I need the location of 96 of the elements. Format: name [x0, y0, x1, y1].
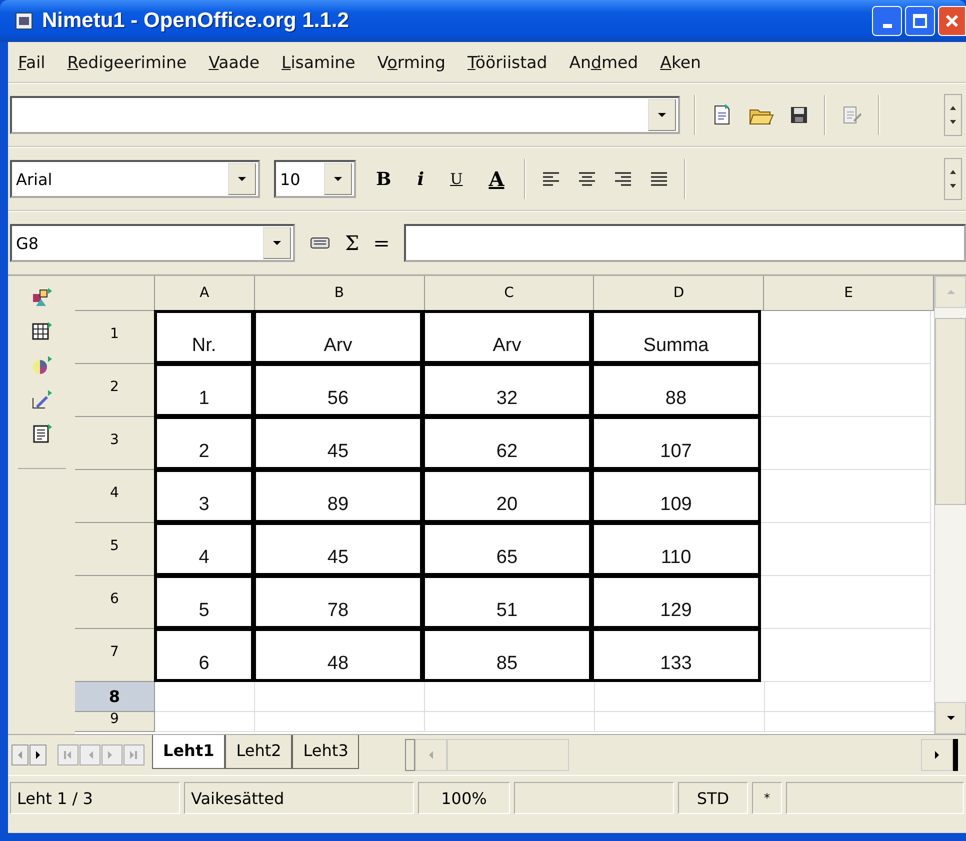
maximize-icon [912, 13, 928, 29]
pen-icon[interactable] [30, 388, 52, 410]
table-cell: Summa [591, 310, 761, 364]
sheet-tab[interactable]: Leht2 [225, 735, 292, 769]
table-cell: 1 [154, 363, 254, 417]
sum-button[interactable]: Σ [345, 231, 360, 255]
caret-icon [333, 176, 343, 182]
row-header[interactable]: 9 [75, 712, 155, 732]
status-sheet: Leht 1 / 3 [10, 782, 180, 814]
caret-icon [657, 112, 667, 118]
menu-item[interactable]: Andmed [569, 52, 638, 72]
row-header[interactable]: 7 [75, 629, 155, 682]
function-wizard-icon[interactable] [309, 235, 331, 251]
pie-chart-icon[interactable] [30, 354, 52, 376]
table-cell: 107 [591, 416, 761, 470]
table-cell: 3 [154, 469, 254, 523]
sheet-tab[interactable]: Leht3 [292, 735, 360, 769]
font-size-field[interactable]: 10 [274, 160, 356, 198]
url-field[interactable] [10, 96, 680, 134]
table-cell: Arv [253, 310, 423, 364]
table-cell: Nr. [154, 310, 254, 364]
close-button[interactable] [938, 6, 966, 36]
table-cell: Arv [422, 310, 592, 364]
function-button[interactable]: = [373, 231, 390, 255]
document-icon [14, 11, 34, 31]
bold-button[interactable]: B [370, 166, 398, 192]
menu-item[interactable]: Aken [660, 52, 702, 72]
status-mode: STD [678, 782, 748, 814]
name-box[interactable]: G8 [10, 224, 295, 262]
caret-icon [272, 240, 282, 246]
form-icon[interactable] [30, 422, 52, 444]
caret-icon [237, 176, 247, 182]
table-cell: 56 [253, 363, 423, 417]
row-header[interactable]: 1 [75, 311, 155, 364]
status-style: Vaikesätted [184, 782, 414, 814]
table-cell: 133 [591, 628, 761, 682]
sheet-tab[interactable]: Leht1 [152, 735, 226, 769]
table-cell: 89 [253, 469, 423, 523]
column-header[interactable]: E [764, 276, 934, 311]
scroll-down-icon [946, 715, 956, 721]
horizontal-scrollbar[interactable] [405, 739, 958, 771]
italic-button[interactable]: i [411, 166, 430, 192]
status-modified: * [752, 782, 782, 814]
row-header[interactable]: 5 [75, 523, 155, 576]
row-header[interactable]: 4 [75, 470, 155, 523]
table-cell: 2 [154, 416, 254, 470]
toolbar-scroll-buttons[interactable] [944, 158, 962, 200]
column-header[interactable]: D [594, 276, 764, 311]
minimize-icon [882, 24, 892, 28]
column-header[interactable]: B [254, 276, 425, 311]
row-header[interactable]: 8 [75, 682, 155, 712]
row-header[interactable]: 3 [75, 417, 155, 470]
shapes-icon[interactable] [30, 286, 52, 308]
font-name-field[interactable]: Arial [10, 160, 260, 198]
scroll-up-icon [946, 289, 956, 295]
save-icon[interactable] [788, 104, 810, 126]
color-button[interactable]: A [482, 165, 510, 193]
table-cell: 62 [422, 416, 592, 470]
table-cell: 85 [422, 628, 592, 682]
column-header[interactable]: C [424, 276, 594, 311]
table-cell: 129 [591, 575, 761, 629]
table-cell: 65 [422, 522, 592, 576]
underline-button[interactable]: U [444, 168, 469, 190]
vertical-scrollbar[interactable] [934, 276, 966, 734]
menu-item[interactable]: Tööriistad [467, 52, 548, 72]
menu-item[interactable]: Redigeerimine [67, 52, 187, 72]
table-cell: 51 [422, 575, 592, 629]
formula-input[interactable] [404, 224, 966, 262]
table-cell: 88 [591, 363, 761, 417]
menu-item[interactable]: Vorming [377, 52, 446, 72]
window-title: Nimetu1 - OpenOffice.org 1.1.2 [42, 9, 349, 33]
close-icon [944, 13, 960, 29]
table-cell: 45 [253, 416, 423, 470]
scroll-left-icon [428, 750, 434, 760]
table-icon[interactable] [30, 320, 52, 342]
table-cell: 45 [253, 522, 423, 576]
scroll-right-icon [934, 750, 940, 760]
row-header[interactable]: 2 [75, 364, 155, 417]
table-cell: 4 [154, 522, 254, 576]
table-cell: 20 [422, 469, 592, 523]
table-cell: 5 [154, 575, 254, 629]
menu-item[interactable]: Vaade [208, 52, 260, 72]
menu-item[interactable]: Lisamine [282, 52, 356, 72]
table-cell: 48 [253, 628, 423, 682]
maximize-button[interactable] [905, 6, 935, 36]
status-zoom: 100% [418, 782, 510, 814]
menu-item[interactable]: Fail [18, 52, 46, 72]
row-header[interactable]: 6 [75, 576, 155, 629]
minimize-button[interactable] [872, 6, 902, 36]
table-cell: 109 [591, 469, 761, 523]
table-cell: 110 [591, 522, 761, 576]
table-cell: 6 [154, 628, 254, 682]
table-cell: 32 [422, 363, 592, 417]
table-cell: 78 [253, 575, 423, 629]
column-header[interactable]: A [154, 276, 255, 311]
toolbar-scroll-buttons[interactable] [944, 94, 962, 136]
